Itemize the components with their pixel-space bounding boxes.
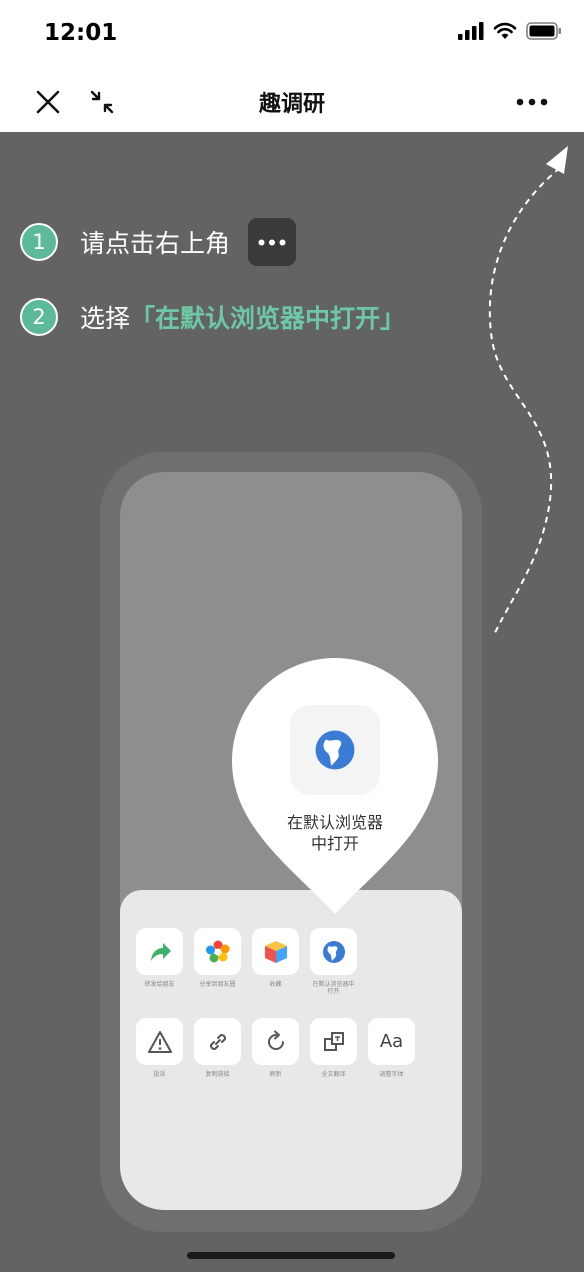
battery-icon bbox=[526, 22, 561, 40]
step-number-2: 2 bbox=[20, 298, 58, 336]
globe-icon bbox=[310, 928, 357, 975]
share-item-open-browser: 在默认浏览器中打开 bbox=[310, 928, 357, 995]
share-item-label: 调整字体 bbox=[379, 1071, 404, 1078]
share-sheet: 转发给朋友 分享到朋友圈 收藏 在默认浏览器中打开 投诉 复制链接 刷新 全文翻… bbox=[120, 890, 462, 1210]
share-item-label: 分享到朋友圈 bbox=[199, 981, 236, 988]
globe-icon bbox=[315, 730, 355, 770]
step-2-text: 选择 bbox=[80, 304, 131, 333]
translate-icon bbox=[310, 1018, 357, 1065]
callout-label-line-1: 在默认浏览器 bbox=[286, 813, 383, 832]
guide-step-2: 2 选择 「在默认浏览器中打开」 bbox=[20, 298, 405, 336]
more-menu-button[interactable] bbox=[512, 82, 552, 122]
share-item-label: 转发给朋友 bbox=[144, 981, 175, 988]
share-item-label: 全文翻译 bbox=[321, 1071, 346, 1078]
step-number-1: 1 bbox=[20, 223, 58, 261]
share-item-forward: 转发给朋友 bbox=[136, 928, 183, 995]
dashed-arrow-icon bbox=[488, 146, 568, 636]
refresh-icon bbox=[252, 1018, 299, 1065]
forward-arrow-icon bbox=[136, 928, 183, 975]
status-bar: 12:01 bbox=[0, 0, 584, 70]
share-item-favorite: 收藏 bbox=[252, 928, 299, 995]
warning-icon bbox=[136, 1018, 183, 1065]
guide-step-1: 1 请点击右上角 bbox=[20, 218, 297, 266]
moments-icon bbox=[194, 928, 241, 975]
share-item-label: 刷新 bbox=[269, 1071, 282, 1078]
nav-bar: 趣调研 bbox=[0, 70, 584, 132]
step-1-text: 请点击右上角 bbox=[80, 229, 231, 258]
step-2-highlight: 「在默认浏览器中打开」 bbox=[130, 304, 406, 333]
share-item-refresh: 刷新 bbox=[252, 1018, 299, 1078]
share-row-1: 转发给朋友 分享到朋友圈 收藏 在默认浏览器中打开 bbox=[136, 928, 357, 995]
status-time: 12:01 bbox=[44, 20, 118, 46]
share-item-font-size: Aa 调整字体 bbox=[368, 1018, 415, 1078]
share-item-moments: 分享到朋友圈 bbox=[194, 928, 241, 995]
share-item-label: 收藏 bbox=[269, 981, 282, 988]
more-dots-icon bbox=[516, 98, 548, 106]
menu-badge bbox=[248, 218, 297, 266]
callout-label-line-2: 中打开 bbox=[310, 834, 359, 853]
share-row-2: 投诉 复制链接 刷新 全文翻译 Aa 调整字体 bbox=[136, 1018, 415, 1078]
open-in-browser-option bbox=[290, 705, 380, 795]
more-dots-icon bbox=[258, 239, 286, 245]
callout-label: 在默认浏览器 中打开 bbox=[262, 812, 408, 854]
share-item-copy-link: 复制链接 bbox=[194, 1018, 241, 1078]
signal-icon bbox=[458, 22, 484, 40]
share-item-report: 投诉 bbox=[136, 1018, 183, 1078]
favorite-cube-icon bbox=[252, 928, 299, 975]
status-icons bbox=[458, 22, 562, 40]
font-size-glyph: Aa bbox=[379, 1031, 404, 1052]
page-title: 趣调研 bbox=[258, 92, 325, 117]
font-size-icon: Aa bbox=[368, 1018, 415, 1065]
share-item-translate: 全文翻译 bbox=[310, 1018, 357, 1078]
link-icon bbox=[194, 1018, 241, 1065]
wifi-icon bbox=[493, 22, 517, 39]
home-indicator bbox=[187, 1252, 395, 1259]
share-item-label: 投诉 bbox=[153, 1071, 166, 1078]
share-item-label: 在默认浏览器中打开 bbox=[312, 981, 355, 995]
share-item-label: 复制链接 bbox=[205, 1071, 230, 1078]
